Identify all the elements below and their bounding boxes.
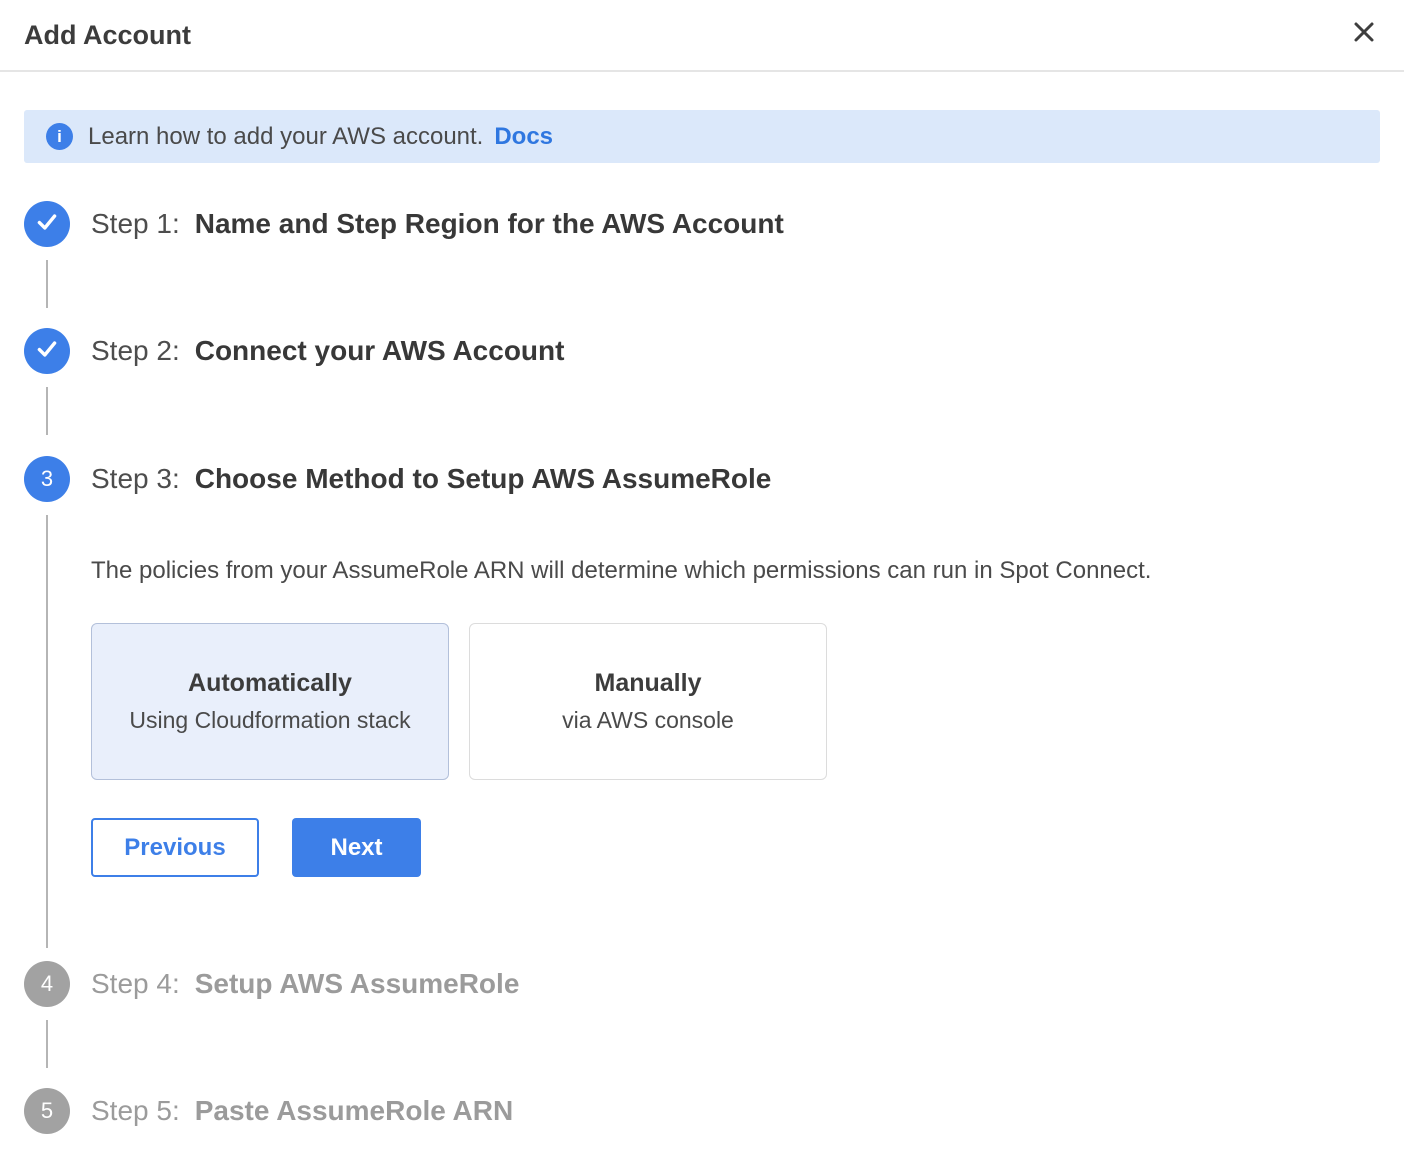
docs-link[interactable]: Docs bbox=[494, 123, 553, 151]
option-title: Manually bbox=[595, 669, 702, 698]
option-card-manually[interactable]: Manually via AWS console bbox=[469, 623, 827, 780]
close-icon bbox=[1351, 19, 1377, 48]
step-row-5: 5 Step 5: Paste AssumeRole ARN bbox=[24, 1087, 513, 1135]
check-icon bbox=[34, 209, 60, 240]
step2-label: Step 2: bbox=[91, 335, 180, 366]
step4-heading: Step 4: Setup AWS AssumeRole bbox=[91, 968, 519, 1000]
step3-title: Choose Method to Setup AWS AssumeRole bbox=[195, 463, 772, 494]
step1-label: Step 1: bbox=[91, 208, 180, 239]
info-icon: i bbox=[46, 123, 73, 150]
step2-completed-indicator bbox=[24, 328, 70, 374]
method-options: Automatically Using Cloudformation stack… bbox=[91, 623, 827, 780]
step5-number-indicator: 5 bbox=[24, 1088, 70, 1134]
close-button[interactable] bbox=[1344, 13, 1384, 53]
step3-heading: Step 3: Choose Method to Setup AWS Assume… bbox=[91, 463, 771, 495]
check-icon bbox=[34, 336, 60, 367]
step-row-1: Step 1: Name and Step Region for the AWS … bbox=[24, 200, 784, 248]
step4-title: Setup AWS AssumeRole bbox=[195, 968, 520, 999]
step1-heading: Step 1: Name and Step Region for the AWS … bbox=[91, 208, 784, 240]
option-title: Automatically bbox=[188, 669, 352, 698]
step3-description: The policies from your AssumeRole ARN wi… bbox=[91, 557, 1151, 585]
step5-number: 5 bbox=[41, 1098, 53, 1124]
step1-title: Name and Step Region for the AWS Account bbox=[195, 208, 784, 239]
step5-label: Step 5: bbox=[91, 1095, 180, 1126]
next-button[interactable]: Next bbox=[292, 818, 421, 877]
step2-heading: Step 2: Connect your AWS Account bbox=[91, 335, 564, 367]
step-row-4: 4 Step 4: Setup AWS AssumeRole bbox=[24, 960, 519, 1008]
step3-label: Step 3: bbox=[91, 463, 180, 494]
wizard-buttons: Previous Next bbox=[91, 818, 421, 877]
step3-number: 3 bbox=[41, 466, 53, 492]
option-subtitle: via AWS console bbox=[562, 707, 734, 734]
option-subtitle: Using Cloudformation stack bbox=[129, 707, 410, 734]
step3-number-indicator: 3 bbox=[24, 456, 70, 502]
connector-1-2 bbox=[46, 260, 48, 308]
modal-header: Add Account bbox=[0, 0, 1404, 70]
step-row-2: Step 2: Connect your AWS Account bbox=[24, 327, 564, 375]
step5-heading: Step 5: Paste AssumeRole ARN bbox=[91, 1095, 513, 1127]
connector-4-5 bbox=[46, 1020, 48, 1068]
step4-number-indicator: 4 bbox=[24, 961, 70, 1007]
banner-text: Learn how to add your AWS account. bbox=[88, 123, 483, 151]
step5-title: Paste AssumeRole ARN bbox=[195, 1095, 513, 1126]
add-account-modal: Add Account i Learn how to add your AWS … bbox=[0, 0, 1404, 1159]
page-title: Add Account bbox=[24, 20, 191, 51]
step4-number: 4 bbox=[41, 971, 53, 997]
connector-2-3 bbox=[46, 387, 48, 435]
option-card-automatically[interactable]: Automatically Using Cloudformation stack bbox=[91, 623, 449, 780]
info-banner: i Learn how to add your AWS account. Doc… bbox=[24, 110, 1380, 163]
header-divider bbox=[0, 70, 1404, 72]
previous-button[interactable]: Previous bbox=[91, 818, 259, 877]
step-row-3: 3 Step 3: Choose Method to Setup AWS Assu… bbox=[24, 455, 771, 503]
step1-completed-indicator bbox=[24, 201, 70, 247]
step4-label: Step 4: bbox=[91, 968, 180, 999]
connector-3-4 bbox=[46, 515, 48, 948]
step2-title: Connect your AWS Account bbox=[195, 335, 565, 366]
